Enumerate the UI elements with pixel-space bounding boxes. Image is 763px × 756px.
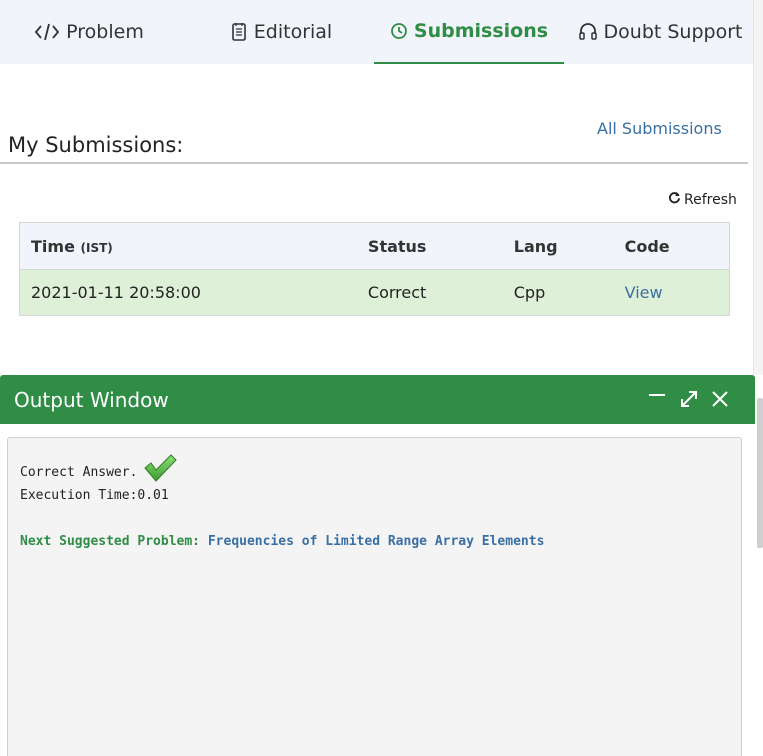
result-text: Correct Answer. [20,464,138,480]
tab-doubt-support[interactable]: Doubt Support [575,0,745,64]
suggested-problem-link[interactable]: Frequencies of Limited Range Array Eleme… [208,534,545,549]
output-window: Output Window Correct Answer. Execution … [0,375,755,756]
tab-submissions[interactable]: Submissions [374,0,564,64]
next-suggested-problem: Next Suggested Problem: Frequencies of L… [20,534,544,549]
all-submissions-link[interactable]: All Submissions [597,119,722,138]
output-window-title: Output Window [14,388,169,412]
section-divider [0,162,748,164]
document-icon [230,22,248,42]
suggested-label: Next Suggested Problem: [20,534,201,549]
column-header-code: Code [613,222,730,270]
submissions-table: Time (IST) Status Lang Code 2021-01-11 2… [19,222,730,316]
cell-lang: Cpp [502,269,614,316]
table-header-row: Time (IST) Status Lang Code [19,222,730,270]
column-header-lang: Lang [502,222,614,270]
tab-editorial-label: Editorial [253,21,333,43]
output-console: Correct Answer. Execution Time:0.01 Next… [7,437,742,756]
refresh-label: Refresh [684,191,737,208]
view-code-link[interactable]: View [625,283,663,302]
tab-problem[interactable]: Problem [30,0,148,64]
minimize-icon [649,394,665,396]
close-icon [712,391,728,407]
clock-icon [390,22,408,40]
maximize-button[interactable] [677,387,701,411]
tab-doubt-support-label: Doubt Support [603,21,743,43]
output-window-header: Output Window [0,375,755,424]
tab-problem-label: Problem [66,21,144,43]
result-line: Correct Answer. [20,454,178,486]
close-button[interactable] [708,387,732,411]
execution-time: Execution Time:0.01 [20,488,169,503]
table-row: 2021-01-11 20:58:00 Correct Cpp View [19,269,730,316]
code-icon [34,22,60,42]
expand-icon [681,391,697,407]
scrollbar-thumb[interactable] [757,398,763,548]
refresh-button[interactable]: Refresh [668,191,737,208]
cell-status: Correct [356,269,503,316]
headset-icon [578,22,598,42]
refresh-icon [668,191,684,208]
my-submissions-title: My Submissions: [8,133,184,157]
scrollbar-track[interactable] [753,0,763,375]
checkmark-icon [137,454,178,486]
column-header-time: Time (IST) [19,222,357,270]
column-header-status: Status [356,222,503,270]
tab-submissions-label: Submissions [413,20,549,42]
tab-editorial[interactable]: Editorial [222,0,340,64]
cell-time: 2021-01-11 20:58:00 [19,269,357,316]
tab-bar: Problem Editorial Submissions Doubt Supp… [0,0,753,64]
minimize-button[interactable] [645,387,669,411]
